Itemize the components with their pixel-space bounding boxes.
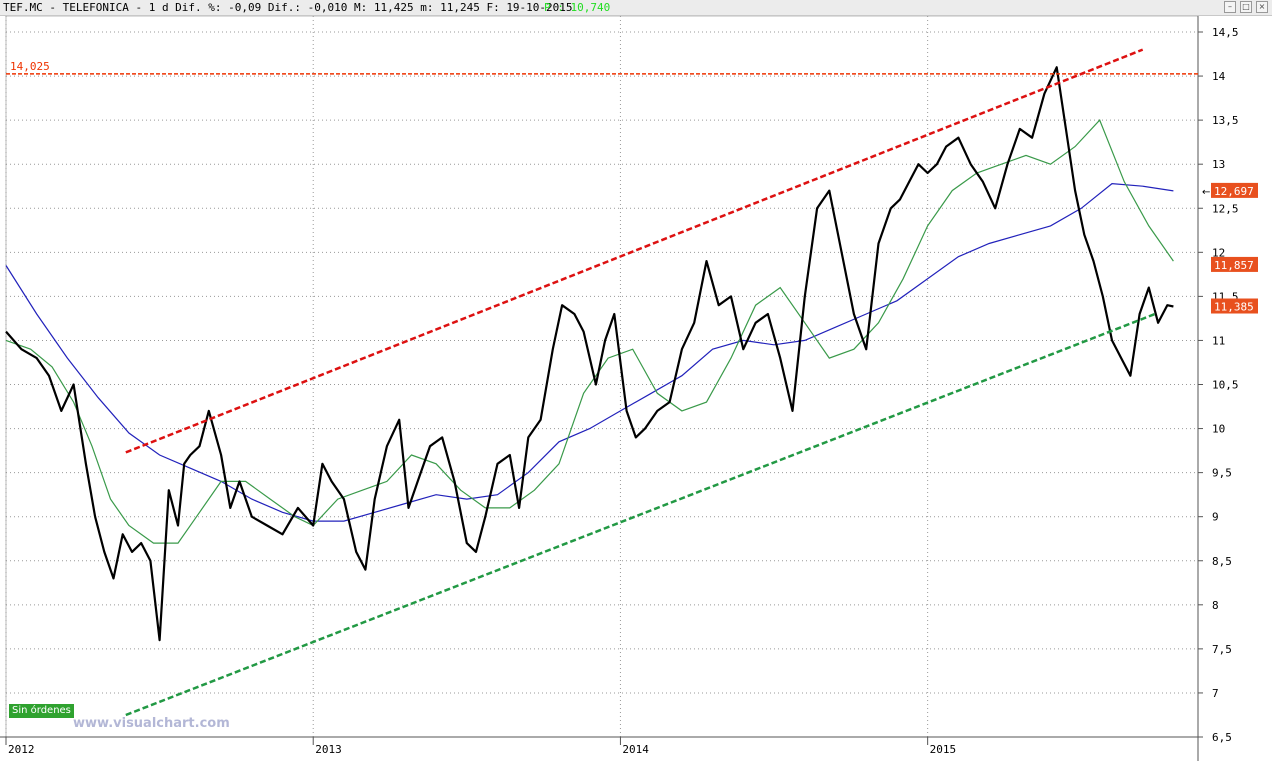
plot-frame xyxy=(5,16,1199,738)
y-tick-label: 7 xyxy=(1212,687,1219,700)
watermark-text: www.visualchart.com xyxy=(73,716,230,731)
support-trendline xyxy=(125,312,1156,717)
x-tick-label: 2013 xyxy=(315,743,342,756)
horizontal-level-label: 14,025 xyxy=(10,60,50,73)
price-chart[interactable]: 6,577,588,599,51010,51111,51212,51313,51… xyxy=(0,16,1272,761)
instrument-title: TEF.MC - TELEFONICA - 1 d Dif. %: -0,09 … xyxy=(3,1,573,14)
window-controls: – □ × xyxy=(1224,1,1268,13)
y-tick-label: 10,5 xyxy=(1212,379,1239,392)
chart-axes: 6,577,588,599,51010,51111,51212,51313,51… xyxy=(0,16,1239,761)
close-icon[interactable]: × xyxy=(1256,1,1268,13)
price-tag: 11,385 xyxy=(1211,298,1258,314)
price-tag-label: 11,385 xyxy=(1214,301,1254,314)
price-line xyxy=(5,66,1174,642)
x-tick-label: 2015 xyxy=(930,743,957,756)
minimize-icon[interactable]: – xyxy=(1224,1,1236,13)
y-tick-label: 8 xyxy=(1212,599,1219,612)
last-price-label: P : 10,740 xyxy=(544,1,611,14)
orders-status-badge[interactable]: Sin órdenes xyxy=(9,704,74,718)
maximize-icon[interactable]: □ xyxy=(1240,1,1252,13)
x-tick-label: 2012 xyxy=(8,743,35,756)
price-tag: 12,697 ← xyxy=(1202,182,1258,198)
y-tick-label: 7,5 xyxy=(1212,643,1232,656)
chart-grid xyxy=(5,16,1199,738)
y-tick-label: 8,5 xyxy=(1212,555,1232,568)
arrow-left-icon: ← xyxy=(1202,187,1210,198)
price-tag-label: 12,697 xyxy=(1214,185,1254,198)
ma-slow-line xyxy=(5,182,1174,522)
price-tag: 11,857 xyxy=(1211,256,1258,272)
y-tick-label: 14,5 xyxy=(1212,26,1239,39)
price-tag-label: 11,857 xyxy=(1214,259,1254,272)
y-tick-label: 13 xyxy=(1212,158,1225,171)
y-tick-label: 10 xyxy=(1212,423,1225,436)
chart-series xyxy=(5,66,1174,642)
y-tick-label: 9 xyxy=(1212,511,1219,524)
chart-header: TEF.MC - TELEFONICA - 1 d Dif. %: -0,09 … xyxy=(0,0,1272,16)
resistance-trendline xyxy=(125,48,1144,454)
y-tick-label: 11 xyxy=(1212,334,1225,347)
y-tick-label: 9,5 xyxy=(1212,467,1232,480)
y-tick-label: 12,5 xyxy=(1212,202,1239,215)
y-tick-label: 6,5 xyxy=(1212,731,1232,744)
x-tick-label: 2014 xyxy=(622,743,649,756)
y-tick-label: 14 xyxy=(1212,70,1226,83)
ma-fast-line xyxy=(5,118,1174,544)
y-tick-label: 13,5 xyxy=(1212,114,1239,127)
